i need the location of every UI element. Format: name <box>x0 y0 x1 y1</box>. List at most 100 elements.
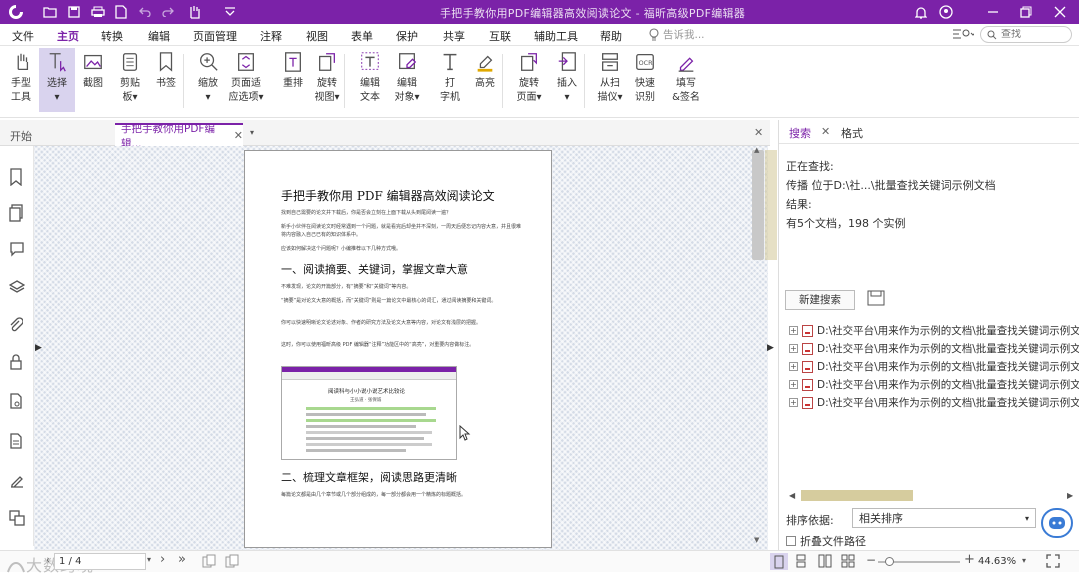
zoom-level[interactable]: 44.63% <box>978 556 1016 567</box>
expand-left-panel-icon[interactable]: ▶ <box>35 343 42 353</box>
result-tree-item[interactable]: + D:\社交平台\用来作为示例的文档\批量查找关键词示例文 <box>789 341 1079 356</box>
menu-edit[interactable]: 编辑 <box>148 28 170 44</box>
rotate-view-button[interactable]: 旋转 视图▾ <box>309 48 345 112</box>
search-options-icon[interactable] <box>952 27 976 44</box>
search-tab-close-icon[interactable]: ✕ <box>821 125 830 138</box>
tab-list-icon[interactable]: ▾ <box>250 128 254 137</box>
hand-tool-button[interactable]: 手型 工具 <box>3 48 39 112</box>
continuous-facing-view-icon[interactable] <box>841 554 855 571</box>
content-icon[interactable] <box>9 510 25 526</box>
menu-help[interactable]: 帮助 <box>600 28 622 44</box>
zoom-button[interactable]: 缩放 ▾ <box>190 48 226 112</box>
menu-file[interactable]: 文件 <box>12 28 34 44</box>
reflow-button[interactable]: 重排 <box>275 48 311 112</box>
fit-page-button[interactable]: 页面适 应选项▾ <box>228 48 264 112</box>
select-tool-button[interactable]: 选择 ▾ <box>39 48 75 112</box>
scroll-down-icon[interactable]: ▼ <box>754 536 759 544</box>
expand-icon[interactable]: + <box>789 326 798 335</box>
find-box[interactable] <box>980 26 1072 43</box>
undo-icon[interactable] <box>137 4 153 20</box>
scroll-left-icon[interactable]: ◀ <box>789 491 795 500</box>
clipboard-button[interactable]: 剪贴 板▾ <box>112 48 148 112</box>
typewriter-button[interactable]: 打字机 <box>432 48 468 112</box>
signature-icon[interactable] <box>9 472 25 488</box>
menu-view[interactable]: 视图 <box>306 28 328 44</box>
redo-icon[interactable] <box>160 4 176 20</box>
menu-convert[interactable]: 转换 <box>101 28 123 44</box>
result-tree-item[interactable]: + D:\社交平台\用来作为示例的文档\批量查找关键词示例文 <box>789 395 1079 410</box>
fill-sign-button[interactable]: 填写 &签名 <box>668 48 704 112</box>
expand-icon[interactable]: + <box>789 398 798 407</box>
single-page-view-icon[interactable] <box>770 553 788 570</box>
expand-icon[interactable]: + <box>789 380 798 389</box>
certificate-icon[interactable] <box>9 393 25 409</box>
document-info-icon[interactable] <box>9 433 25 449</box>
next-page-icon[interactable]: › <box>160 552 165 567</box>
tab-close-all-icon[interactable]: ✕ <box>754 126 763 139</box>
menu-page-management[interactable]: 页面管理 <box>193 28 237 44</box>
menu-share[interactable]: 共享 <box>443 28 465 44</box>
zoom-slider-handle[interactable] <box>885 557 894 566</box>
expand-icon[interactable]: + <box>789 344 798 353</box>
zoom-dropdown-icon[interactable]: ▾ <box>1022 556 1026 565</box>
fullscreen-icon[interactable] <box>1046 554 1060 571</box>
print-icon[interactable] <box>90 4 106 20</box>
edit-object-button[interactable]: 编辑 对象▾ <box>389 48 425 112</box>
pages-icon[interactable] <box>9 204 25 222</box>
result-tree-item[interactable]: + D:\社交平台\用来作为示例的文档\批量查找关键词示例文 <box>789 323 1079 338</box>
save-icon[interactable] <box>66 4 82 20</box>
horizontal-scrollbar-thumb[interactable] <box>801 490 913 501</box>
highlight-button[interactable]: 高亮 <box>467 48 503 112</box>
menu-home[interactable]: 主页 <box>53 28 83 49</box>
notification-icon[interactable] <box>913 4 929 20</box>
menu-protect[interactable]: 保护 <box>396 28 418 44</box>
account-icon[interactable] <box>938 4 954 20</box>
customize-icon[interactable] <box>222 4 238 20</box>
next-view-icon[interactable] <box>225 554 239 571</box>
new-search-button[interactable]: 新建搜索 <box>785 290 855 310</box>
menu-accessibility[interactable]: 辅助工具 <box>534 28 578 44</box>
facing-view-icon[interactable] <box>818 554 832 571</box>
tab-start[interactable]: 开始 <box>10 128 32 144</box>
result-tree-item[interactable]: + D:\社交平台\用来作为示例的文档\批量查找关键词示例文 <box>789 377 1079 392</box>
result-tree-item[interactable]: + D:\社交平台\用来作为示例的文档\批量查找关键词示例文 <box>789 359 1079 374</box>
tab-search[interactable]: 搜索 <box>789 125 811 141</box>
comments-icon[interactable] <box>9 241 25 257</box>
viewer-scrollbar-thumb[interactable] <box>752 150 764 260</box>
expand-icon[interactable]: + <box>789 362 798 371</box>
zoom-out-icon[interactable]: − <box>866 553 876 567</box>
collapse-path-checkbox[interactable] <box>786 536 796 546</box>
continuous-view-icon[interactable] <box>795 554 807 571</box>
minimize-icon[interactable] <box>985 4 1001 20</box>
save-results-icon[interactable] <box>867 290 885 309</box>
menu-form[interactable]: 表单 <box>351 28 373 44</box>
tab-document[interactable]: 手把手教你用PDF编辑... ✕ <box>115 123 243 150</box>
security-icon[interactable] <box>9 354 25 370</box>
bookmark-icon[interactable] <box>9 168 25 187</box>
open-icon[interactable] <box>42 4 58 20</box>
close-icon[interactable] <box>1052 4 1068 20</box>
find-input[interactable] <box>1001 29 1061 40</box>
collapse-path-option[interactable]: 折叠文件路径 <box>786 533 866 549</box>
menu-comment[interactable]: 注释 <box>260 28 282 44</box>
hand-tool-quick-icon[interactable] <box>186 4 202 20</box>
scroll-right-icon[interactable]: ▶ <box>1067 491 1073 500</box>
menu-connect[interactable]: 互联 <box>489 28 511 44</box>
scroll-up-icon[interactable]: ▲ <box>754 146 759 154</box>
sort-select[interactable]: 相关排序 ▾ <box>852 508 1036 528</box>
tab-format[interactable]: 格式 <box>841 125 863 141</box>
tell-me-box[interactable]: 告诉我... <box>648 27 705 42</box>
rotate-page-button[interactable]: 旋转 页面▾ <box>511 48 547 112</box>
from-scanner-button[interactable]: 从扫 描仪▾ <box>592 48 628 112</box>
prev-page-icon[interactable]: ‹ <box>46 555 50 566</box>
bookmark-button[interactable]: 书签 <box>148 48 184 112</box>
tab-close-icon[interactable]: ✕ <box>234 129 243 142</box>
new-file-icon[interactable] <box>113 4 129 20</box>
layers-icon[interactable] <box>8 279 26 295</box>
zoom-in-icon[interactable]: + <box>964 552 975 567</box>
last-page-icon[interactable]: » <box>178 552 186 567</box>
panel-scrollbar[interactable] <box>765 150 777 260</box>
previous-view-icon[interactable] <box>202 554 216 571</box>
edit-text-button[interactable]: 编辑 文本 <box>352 48 388 112</box>
page-dropdown-icon[interactable]: ▾ <box>147 555 151 564</box>
